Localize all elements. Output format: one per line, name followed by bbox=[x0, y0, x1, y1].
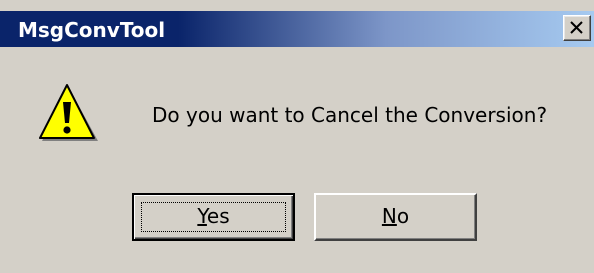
no-button[interactable]: No bbox=[314, 193, 477, 241]
close-icon bbox=[570, 21, 583, 34]
message-dialog: MsgConvTool Do you want to Cancel the Co… bbox=[0, 0, 594, 273]
window-title: MsgConvTool bbox=[18, 18, 166, 42]
no-label-rest: o bbox=[396, 204, 410, 228]
yes-button[interactable]: Yes bbox=[132, 193, 295, 241]
yes-accelerator: Y bbox=[197, 204, 207, 228]
warning-icon bbox=[39, 84, 98, 141]
title-bar[interactable]: MsgConvTool bbox=[0, 11, 594, 47]
close-button[interactable] bbox=[563, 15, 591, 41]
no-accelerator: N bbox=[381, 204, 397, 228]
no-button-label: No bbox=[382, 204, 409, 228]
yes-label-rest: es bbox=[206, 204, 230, 228]
dialog-message: Do you want to Cancel the Conversion? bbox=[152, 103, 548, 127]
yes-button-label: Yes bbox=[197, 204, 229, 228]
